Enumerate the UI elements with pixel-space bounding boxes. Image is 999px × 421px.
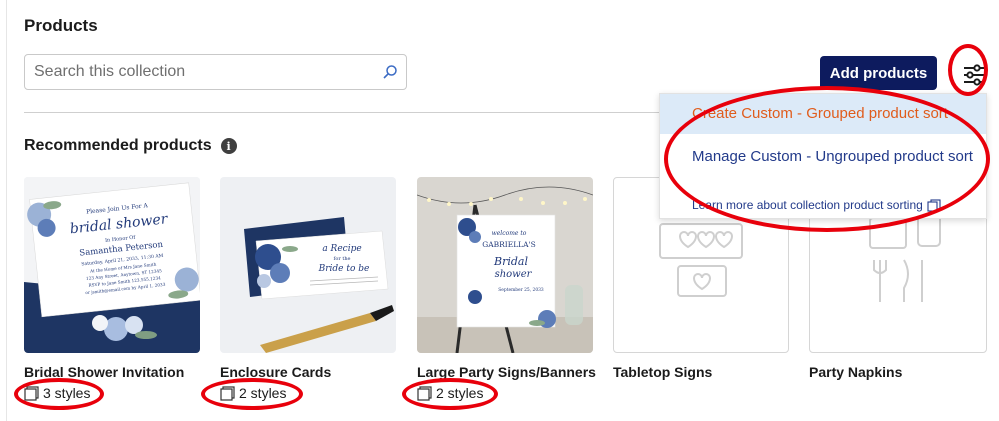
product-name-enclosure-cards[interactable]: Enclosure Cards — [220, 364, 331, 380]
party-sign-illustration: welcome to GABRIELLA'S Bridal shower Sep… — [417, 177, 593, 353]
enclosure-illustration: a Recipe for the Bride to be — [220, 177, 396, 353]
sign-line-1: welcome to — [492, 230, 527, 237]
left-border — [6, 0, 7, 421]
enclosure-line-2: for the — [333, 256, 350, 262]
sign-line-2: GABRIELLA'S — [482, 240, 536, 249]
search-box[interactable] — [24, 54, 407, 90]
invitation-illustration: Please Join Us For A bridal shower In Ho… — [24, 177, 200, 353]
annotation-circle-filter — [948, 44, 988, 96]
annotation-circle-menu — [664, 86, 990, 232]
annotation-circle-styles-2 — [201, 378, 303, 410]
product-image-large-party-signs[interactable]: welcome to GABRIELLA'S Bridal shower Sep… — [417, 177, 593, 353]
annotation-circle-styles-3 — [402, 378, 498, 410]
sign-line-5: September 25, 2033 — [498, 288, 544, 293]
recommended-heading-label: Recommended products — [24, 137, 212, 154]
recommended-heading: Recommended products i — [24, 137, 237, 155]
section-divider — [24, 112, 664, 113]
sign-line-3: Bridal — [493, 255, 528, 268]
product-image-enclosure-cards[interactable]: a Recipe for the Bride to be — [220, 177, 396, 353]
search-input[interactable] — [25, 62, 376, 82]
product-name-party-napkins[interactable]: Party Napkins — [809, 364, 902, 380]
search-icon[interactable] — [382, 64, 398, 80]
product-image-bridal-shower-invitation[interactable]: Please Join Us For A bridal shower In Ho… — [24, 177, 200, 353]
enclosure-line-1: a Recipe — [322, 244, 361, 254]
add-products-button[interactable]: Add products — [820, 56, 937, 90]
sign-line-4: shower — [495, 269, 533, 280]
annotation-circle-styles-1 — [14, 378, 104, 410]
info-icon[interactable]: i — [220, 138, 237, 154]
product-name-tabletop-signs[interactable]: Tabletop Signs — [613, 364, 712, 380]
enclosure-line-3: Bride to be — [318, 264, 370, 274]
page-title: Products — [24, 16, 98, 35]
